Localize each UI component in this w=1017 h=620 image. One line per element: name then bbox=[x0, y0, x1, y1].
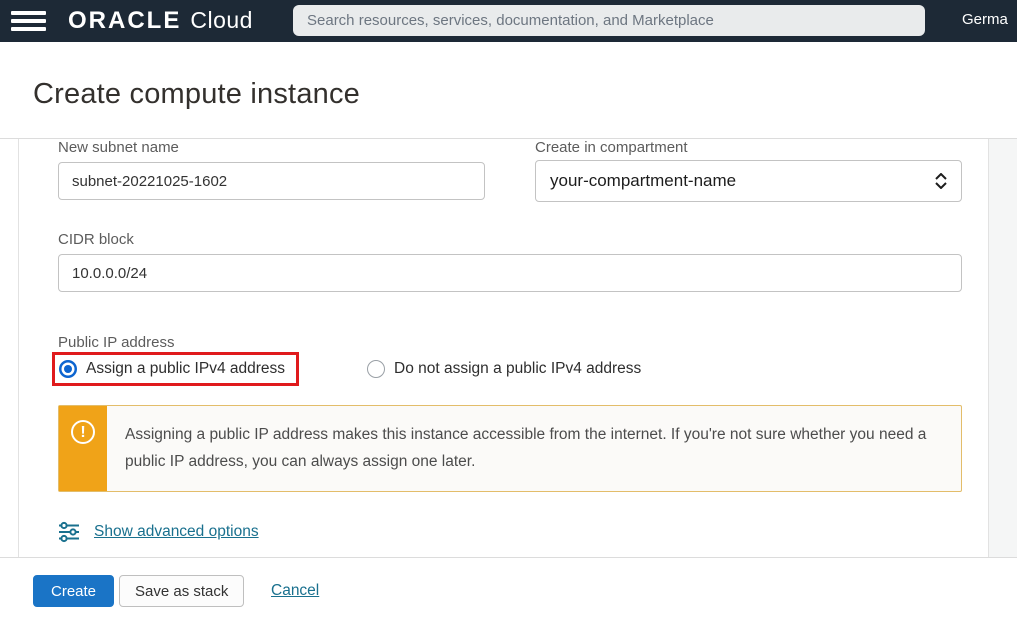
exclamation-circle-icon: ! bbox=[71, 420, 95, 444]
create-button[interactable]: Create bbox=[33, 575, 114, 607]
cidr-block-input[interactable] bbox=[58, 254, 962, 292]
warning-message: Assigning a public IP address makes this… bbox=[107, 406, 961, 491]
chevron-up-down-icon bbox=[935, 173, 947, 189]
cancel-link[interactable]: Cancel bbox=[271, 582, 319, 600]
logo-cloud-text: Cloud bbox=[190, 7, 253, 34]
warning-accent-block: ! bbox=[59, 406, 107, 491]
radio-assign-public-ipv4[interactable]: Assign a public IPv4 address bbox=[59, 360, 285, 378]
public-ip-warning-banner: ! Assigning a public IP address makes th… bbox=[58, 405, 962, 492]
oracle-cloud-logo: ORACLE Cloud bbox=[68, 7, 253, 35]
subnet-name-label: New subnet name bbox=[58, 139, 179, 156]
hamburger-menu-icon[interactable] bbox=[11, 11, 46, 31]
search-input[interactable] bbox=[293, 5, 925, 36]
region-selector[interactable]: Germa bbox=[962, 11, 1008, 28]
highlight-annotation-box: Assign a public IPv4 address bbox=[52, 352, 299, 386]
sliders-options-icon bbox=[58, 521, 80, 543]
compartment-select[interactable]: your-compartment-name bbox=[535, 160, 962, 202]
page-title: Create compute instance bbox=[33, 78, 360, 111]
radio-unselected-icon[interactable] bbox=[367, 360, 385, 378]
panel-left-border bbox=[18, 139, 19, 557]
radio-do-not-assign-label: Do not assign a public IPv4 address bbox=[394, 360, 641, 378]
top-navigation-bar: ORACLE Cloud Germa bbox=[0, 0, 1017, 42]
radio-selected-icon[interactable] bbox=[59, 360, 77, 378]
compartment-selected-value: your-compartment-name bbox=[550, 171, 935, 191]
scrollbar-track[interactable] bbox=[989, 139, 1017, 557]
public-ip-label: Public IP address bbox=[58, 334, 174, 351]
subnet-name-input[interactable] bbox=[58, 162, 485, 200]
radio-do-not-assign-public-ipv4[interactable]: Do not assign a public IPv4 address bbox=[367, 360, 641, 378]
cidr-block-label: CIDR block bbox=[58, 231, 134, 248]
panel-bottom-border bbox=[0, 557, 1017, 558]
public-ip-radio-group: Assign a public IPv4 address Do not assi… bbox=[52, 352, 962, 386]
radio-assign-label: Assign a public IPv4 address bbox=[86, 360, 285, 378]
save-as-stack-button[interactable]: Save as stack bbox=[119, 575, 244, 607]
logo-oracle-text: ORACLE bbox=[68, 7, 181, 35]
compartment-label: Create in compartment bbox=[535, 139, 688, 156]
show-advanced-options-link[interactable]: Show advanced options bbox=[94, 523, 259, 541]
